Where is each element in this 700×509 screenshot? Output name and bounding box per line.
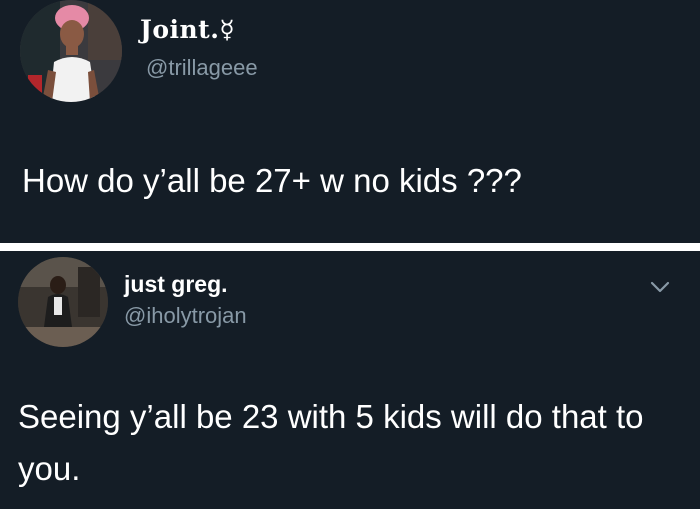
avatar-image — [20, 0, 122, 102]
avatar[interactable] — [18, 257, 108, 347]
username-handle[interactable]: @trillageee — [146, 55, 258, 81]
tweet-1[interactable]: Joint.☿ @trillageee How do y’all be 27+ … — [0, 0, 700, 244]
tweet-text: Seeing y’all be 23 with 5 kids will do t… — [18, 398, 644, 487]
avatar[interactable] — [20, 0, 122, 102]
username-handle[interactable]: @iholytrojan — [124, 303, 247, 329]
avatar-image — [18, 257, 108, 347]
display-name[interactable]: Joint.☿ — [140, 15, 235, 44]
chevron-down-icon[interactable] — [650, 280, 670, 294]
tweet-text: How do y’all be 27+ w no kids ??? — [22, 162, 522, 199]
display-name[interactable]: just greg. — [124, 271, 228, 298]
divider — [0, 243, 700, 251]
screenshot-frame: Joint.☿ @trillageee How do y’all be 27+ … — [0, 0, 700, 509]
tweet-2[interactable]: just greg. @iholytrojan Seeing y’all be … — [0, 252, 700, 509]
